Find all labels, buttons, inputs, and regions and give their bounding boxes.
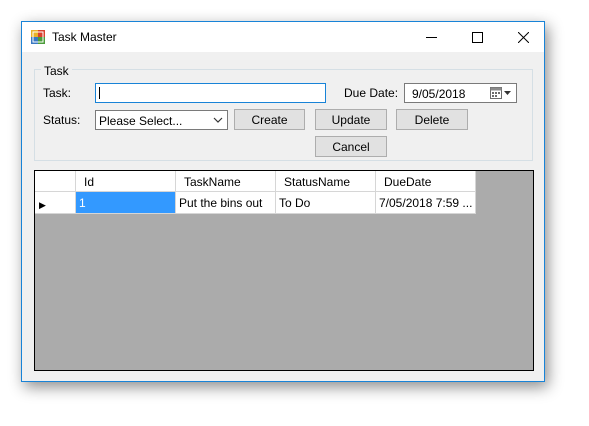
table-cell-statusname[interactable]: To Do — [276, 192, 376, 214]
groupbox-label: Task — [41, 64, 72, 78]
delete-button[interactable]: Delete — [396, 109, 468, 130]
calendar-dropdown-icon — [490, 87, 511, 99]
column-header-statusname[interactable]: StatusName — [276, 171, 376, 192]
current-row-arrow-icon: ▶ — [39, 200, 46, 210]
due-date-picker[interactable]: 9/05/2018 — [404, 83, 517, 103]
row-header-corner[interactable] — [35, 171, 76, 192]
status-selected-value: Please Select... — [99, 114, 183, 128]
maximize-icon — [471, 31, 483, 43]
column-header-taskname[interactable]: TaskName — [176, 171, 276, 192]
chevron-down-icon — [213, 117, 223, 123]
task-input[interactable] — [95, 83, 326, 103]
tasks-datagrid[interactable]: Id TaskName StatusName DueDate ▶ 1 Put t… — [34, 170, 534, 371]
table-cell-duedate[interactable]: 7/05/2018 7:59 ... — [376, 192, 476, 214]
maximize-button[interactable] — [454, 22, 500, 52]
text-caret — [99, 87, 100, 99]
status-label: Status: — [43, 113, 81, 127]
window-title: Task Master — [52, 30, 117, 44]
column-header-duedate[interactable]: DueDate — [376, 171, 476, 192]
cancel-button[interactable]: Cancel — [315, 136, 387, 157]
due-date-label: Due Date: — [344, 86, 399, 100]
minimize-button[interactable] — [408, 22, 454, 52]
task-label: Task: — [43, 86, 72, 100]
table-cell-id[interactable]: 1 — [76, 192, 176, 214]
app-window: Task Master Task Task: Due Date: 9/05/20… — [21, 21, 545, 382]
table-cell-taskname[interactable]: Put the bins out — [176, 192, 276, 214]
minimize-icon — [425, 36, 437, 38]
update-button[interactable]: Update — [315, 109, 387, 130]
close-icon — [517, 31, 529, 43]
due-date-value: 9/05/2018 — [412, 87, 466, 101]
row-header-current[interactable]: ▶ — [35, 192, 76, 214]
create-button[interactable]: Create — [234, 109, 305, 130]
app-icon — [31, 30, 45, 44]
column-header-id[interactable]: Id — [76, 171, 176, 192]
status-dropdown[interactable]: Please Select... — [95, 110, 228, 130]
title-bar[interactable]: Task Master — [22, 22, 544, 52]
close-button[interactable] — [500, 22, 546, 52]
